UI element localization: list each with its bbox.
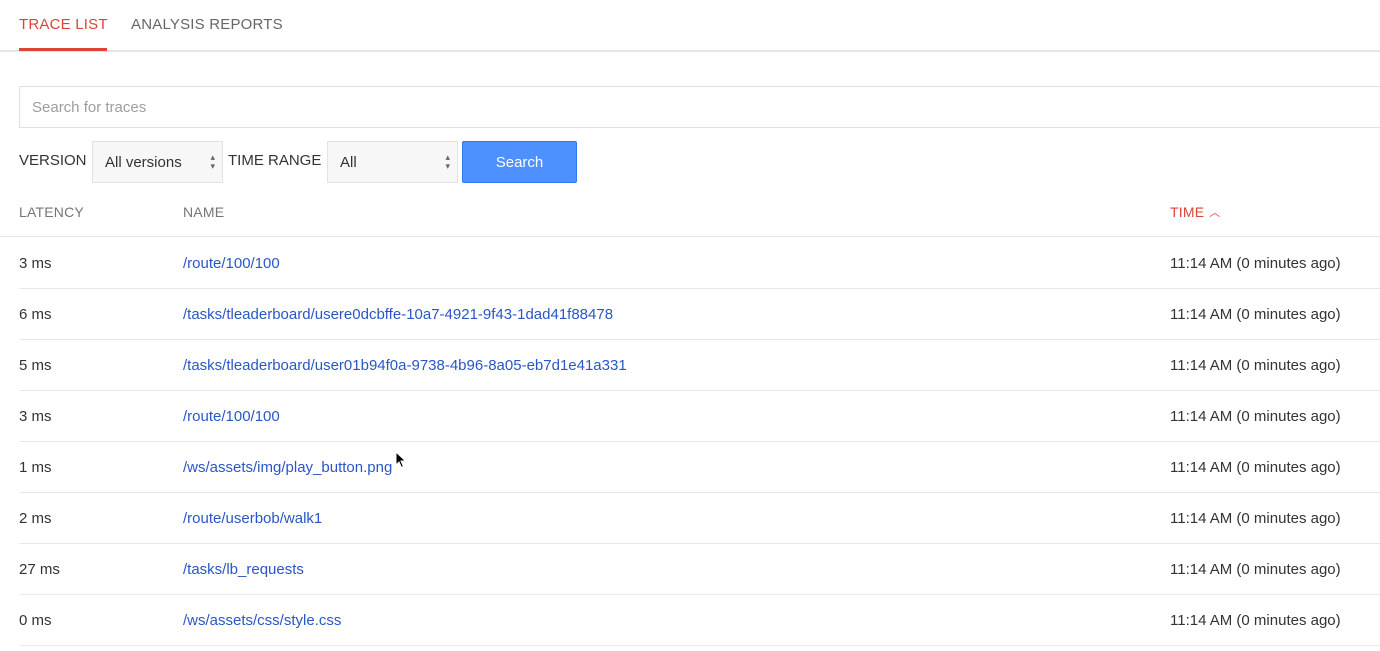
column-header-name[interactable]: NAME [183,204,224,220]
table-row[interactable]: 3 ms/route/100/100 11:14 AM (0 minutes ag… [19,391,1380,442]
row-time: 11:14 AM (0 minutes ago) [1170,561,1341,578]
row-trace-link[interactable]: /route/100/100 [183,255,280,272]
row-trace-link[interactable]: /ws/assets/img/play_button.png [183,459,392,476]
version-label: VERSION [19,152,87,169]
row-latency: 27 ms [19,561,60,578]
row-trace-link[interactable]: /route/100/100 [183,408,280,425]
row-trace-link[interactable]: /tasks/tleaderboard/user01b94f0a-9738-4b… [183,357,627,374]
row-trace-link[interactable]: /tasks/tleaderboard/usere0dcbffe-10a7-49… [183,306,613,323]
table-row[interactable]: 5 ms/tasks/tleaderboard/user01b94f0a-973… [19,340,1380,391]
search-input[interactable] [20,87,1380,127]
time-range-label: TIME RANGE [228,152,322,169]
row-time: 11:14 AM (0 minutes ago) [1170,510,1341,527]
table-row[interactable]: 1 ms/ws/assets/img/play_button.png 11:14 … [19,442,1380,493]
row-latency: 3 ms [19,255,52,272]
row-time: 11:14 AM (0 minutes ago) [1170,306,1341,323]
row-latency: 1 ms [19,459,52,476]
row-latency: 3 ms [19,408,52,425]
tab-trace-list[interactable]: TRACE LIST [19,16,108,33]
row-time: 11:14 AM (0 minutes ago) [1170,459,1341,476]
row-trace-link[interactable]: /ws/assets/css/style.css [183,612,341,629]
time-range-select-value: All [340,154,357,171]
version-select[interactable]: All versions ▴ ▾ [92,141,223,183]
trace-table-body: 3 ms/route/100/100 11:14 AM (0 minutes ag… [0,238,1380,646]
row-latency: 6 ms [19,306,52,323]
row-latency: 5 ms [19,357,52,374]
search-box [19,86,1380,128]
tab-analysis-reports[interactable]: ANALYSIS REPORTS [131,16,283,33]
select-arrows-icon: ▴ ▾ [445,152,450,171]
row-latency: 0 ms [19,612,52,629]
version-select-value: All versions [105,154,182,171]
row-trace-link[interactable]: /route/userbob/walk1 [183,510,322,527]
column-header-latency[interactable]: LATENCY [19,204,84,220]
time-range-select[interactable]: All ▴ ▾ [327,141,458,183]
tab-bar: TRACE LIST ANALYSIS REPORTS [0,0,1380,52]
select-arrows-icon: ▴ ▾ [210,152,215,171]
row-time: 11:14 AM (0 minutes ago) [1170,357,1341,374]
search-button[interactable]: Search [462,141,577,183]
table-row[interactable]: 3 ms/route/100/100 11:14 AM (0 minutes ag… [19,238,1380,289]
row-time: 11:14 AM (0 minutes ago) [1170,408,1341,425]
column-header-time-label: TIME [1170,204,1205,220]
table-row[interactable]: 27 ms/tasks/lb_requests 11:14 AM (0 minut… [19,544,1380,595]
table-row[interactable]: 2 ms/route/userbob/walk1 11:14 AM (0 minu… [19,493,1380,544]
row-latency: 2 ms [19,510,52,527]
table-row[interactable]: 0 ms/ws/assets/css/style.css 11:14 AM (0 … [19,595,1380,646]
active-tab-indicator [19,48,107,51]
table-row[interactable]: 6 ms/tasks/tleaderboard/usere0dcbffe-10a… [19,289,1380,340]
mouse-pointer-icon [395,451,407,469]
row-time: 11:14 AM (0 minutes ago) [1170,255,1341,272]
row-time: 11:14 AM (0 minutes ago) [1170,612,1341,629]
table-header: LATENCY NAME TIME ︿ [0,190,1380,237]
chevron-up-icon: ︿ [1209,207,1221,219]
row-trace-link[interactable]: /tasks/lb_requests [183,561,304,578]
column-header-time[interactable]: TIME ︿ [1170,204,1220,220]
